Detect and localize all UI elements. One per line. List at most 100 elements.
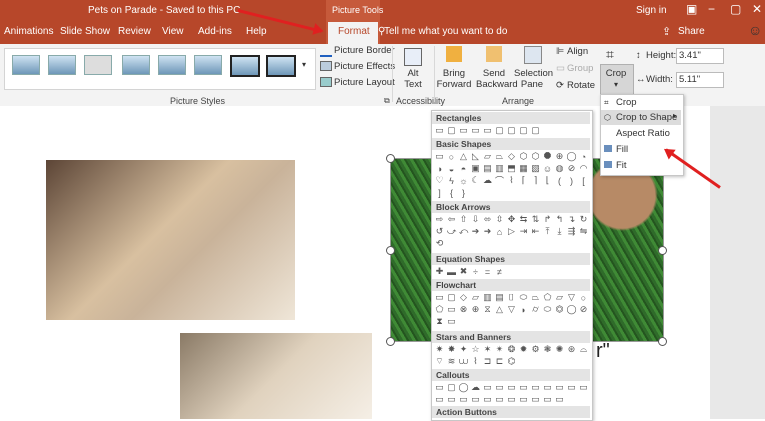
- resize-handle[interactable]: [658, 337, 667, 346]
- arrow-icon[interactable]: ➜: [482, 226, 493, 237]
- star-icon[interactable]: ✸: [446, 344, 457, 355]
- crop-button[interactable]: Crop: [603, 68, 629, 79]
- tab-slide-show[interactable]: Slide Show: [60, 26, 110, 37]
- align-button[interactable]: Align: [567, 46, 588, 57]
- shape-icon[interactable]: ⌒: [494, 175, 505, 186]
- picture-style-8[interactable]: [266, 55, 296, 77]
- shape-triangle-icon[interactable]: ◺: [470, 151, 481, 162]
- arrow-icon[interactable]: ↴: [566, 214, 577, 225]
- shape-icon[interactable]: ⌇: [506, 175, 517, 186]
- resize-handle[interactable]: [658, 246, 667, 255]
- equal-icon[interactable]: =: [482, 266, 493, 277]
- banner-icon[interactable]: ⊏: [494, 356, 505, 367]
- gallery-more-icon[interactable]: ▾: [302, 60, 306, 69]
- shape-icon[interactable]: ☁: [482, 175, 493, 186]
- shape-round-rect-icon[interactable]: ▢: [506, 125, 517, 136]
- shape-icon[interactable]: ]: [434, 187, 445, 198]
- callout-icon[interactable]: ▭: [494, 382, 505, 393]
- shape-icon[interactable]: ☼: [458, 175, 469, 186]
- menu-item-crop[interactable]: Crop: [602, 95, 680, 110]
- shape-hexagon-icon[interactable]: ⬡: [518, 151, 529, 162]
- arrow-icon[interactable]: ➔: [470, 226, 481, 237]
- tab-view[interactable]: View: [162, 26, 184, 37]
- flowchart-shape-icon[interactable]: ▽: [506, 304, 517, 315]
- callout-icon[interactable]: ▭: [446, 394, 457, 405]
- star-icon[interactable]: ❃: [542, 344, 553, 355]
- callout-icon[interactable]: ▢: [446, 382, 457, 393]
- shape-icon[interactable]: ☺: [542, 163, 553, 174]
- star-icon[interactable]: ❂: [506, 344, 517, 355]
- picture-style-5[interactable]: [158, 55, 186, 75]
- rotate-button[interactable]: Rotate: [567, 80, 595, 91]
- shape-trapezoid-icon[interactable]: ⏢: [494, 151, 505, 162]
- callout-icon[interactable]: ▭: [434, 394, 445, 405]
- shape-icon[interactable]: ⌉: [530, 175, 541, 186]
- shape-icon[interactable]: ▥: [494, 163, 505, 174]
- shape-icon[interactable]: ⬒: [506, 163, 517, 174]
- flowchart-shape-icon[interactable]: ⏣: [554, 304, 565, 315]
- shape-hexagon-icon[interactable]: ⬡: [530, 151, 541, 162]
- tab-animations[interactable]: Animations: [4, 26, 53, 37]
- shape-icon[interactable]: ◑: [434, 163, 445, 174]
- picture-style-6[interactable]: [194, 55, 222, 75]
- divide-icon[interactable]: ÷: [470, 266, 481, 277]
- shape-diamond-icon[interactable]: ◇: [506, 151, 517, 162]
- star-icon[interactable]: ☆: [470, 344, 481, 355]
- star-icon[interactable]: ⊛: [566, 344, 577, 355]
- arrow-icon[interactable]: ⤻: [446, 226, 457, 237]
- callout-icon[interactable]: ▭: [482, 382, 493, 393]
- resize-handle[interactable]: [386, 337, 395, 346]
- callout-icon[interactable]: ▭: [458, 394, 469, 405]
- send-backward-button[interactable]: Send Backward: [476, 68, 518, 90]
- flowchart-shape-icon[interactable]: ⏥: [554, 292, 565, 303]
- maximize-button[interactable]: ▢: [730, 2, 741, 16]
- arrow-icon[interactable]: ↰: [554, 214, 565, 225]
- picture-style-4[interactable]: [122, 55, 150, 75]
- callout-icon[interactable]: ▭: [482, 394, 493, 405]
- shape-icon[interactable]: ◔: [578, 151, 589, 162]
- flowchart-shape-icon[interactable]: ⬭: [542, 304, 553, 315]
- selection-pane-button[interactable]: Selection Pane: [514, 68, 553, 90]
- callout-icon[interactable]: ◯: [458, 382, 469, 393]
- arrow-quad-icon[interactable]: ✥: [506, 214, 517, 225]
- tell-me-input[interactable]: Tell me what you want to do: [384, 26, 507, 37]
- star-icon[interactable]: ✦: [458, 344, 469, 355]
- callout-icon[interactable]: ▭: [578, 382, 589, 393]
- shape-rect-icon[interactable]: ▭: [434, 125, 445, 136]
- shape-round-rect-icon[interactable]: ▢: [494, 125, 505, 136]
- banner-icon[interactable]: ⌇: [470, 356, 481, 367]
- shape-icon[interactable]: }: [458, 187, 469, 198]
- shape-icon[interactable]: ◒: [446, 163, 457, 174]
- callout-icon[interactable]: ▭: [494, 394, 505, 405]
- shape-icon[interactable]: ◠: [578, 163, 589, 174]
- bring-forward-button[interactable]: Bring Forward: [436, 68, 472, 90]
- menu-item-crop-to-shape[interactable]: Crop to Shape: [602, 110, 680, 125]
- arrow-icon[interactable]: ⤓: [554, 226, 565, 237]
- callout-icon[interactable]: ▭: [470, 394, 481, 405]
- arrow-icon[interactable]: ⌂: [494, 226, 505, 237]
- tab-add-ins[interactable]: Add-ins: [198, 26, 232, 37]
- group-button[interactable]: Group: [567, 63, 593, 74]
- shape-icon[interactable]: ▣: [470, 163, 481, 174]
- flowchart-shape-icon[interactable]: ▤: [494, 292, 505, 303]
- picture-style-7[interactable]: [230, 55, 260, 77]
- shape-moon-icon[interactable]: ☾: [470, 175, 481, 186]
- arrow-updown-icon[interactable]: ⇳: [494, 214, 505, 225]
- callout-icon[interactable]: ▭: [530, 382, 541, 393]
- picture-style-2[interactable]: [48, 55, 76, 75]
- callout-icon[interactable]: ▭: [530, 394, 541, 405]
- shape-icon[interactable]: {: [446, 187, 457, 198]
- flowchart-shape-icon[interactable]: ⌷: [506, 292, 517, 303]
- callout-icon[interactable]: ☁: [470, 382, 481, 393]
- arrow-icon[interactable]: ⟲: [434, 238, 445, 249]
- shape-round-rect-icon[interactable]: ▢: [518, 125, 529, 136]
- star-icon[interactable]: ✹: [518, 344, 529, 355]
- shape-icon[interactable]: ◯: [566, 151, 577, 162]
- arrow-icon[interactable]: ⤒: [542, 226, 553, 237]
- callout-icon[interactable]: ▭: [542, 382, 553, 393]
- flowchart-shape-icon[interactable]: ◗: [518, 304, 529, 315]
- star-icon[interactable]: ✺: [554, 344, 565, 355]
- smiley-feedback-icon[interactable]: ☺: [748, 22, 762, 38]
- multiply-icon[interactable]: ✖: [458, 266, 469, 277]
- flowchart-shape-icon[interactable]: ▭: [446, 316, 457, 327]
